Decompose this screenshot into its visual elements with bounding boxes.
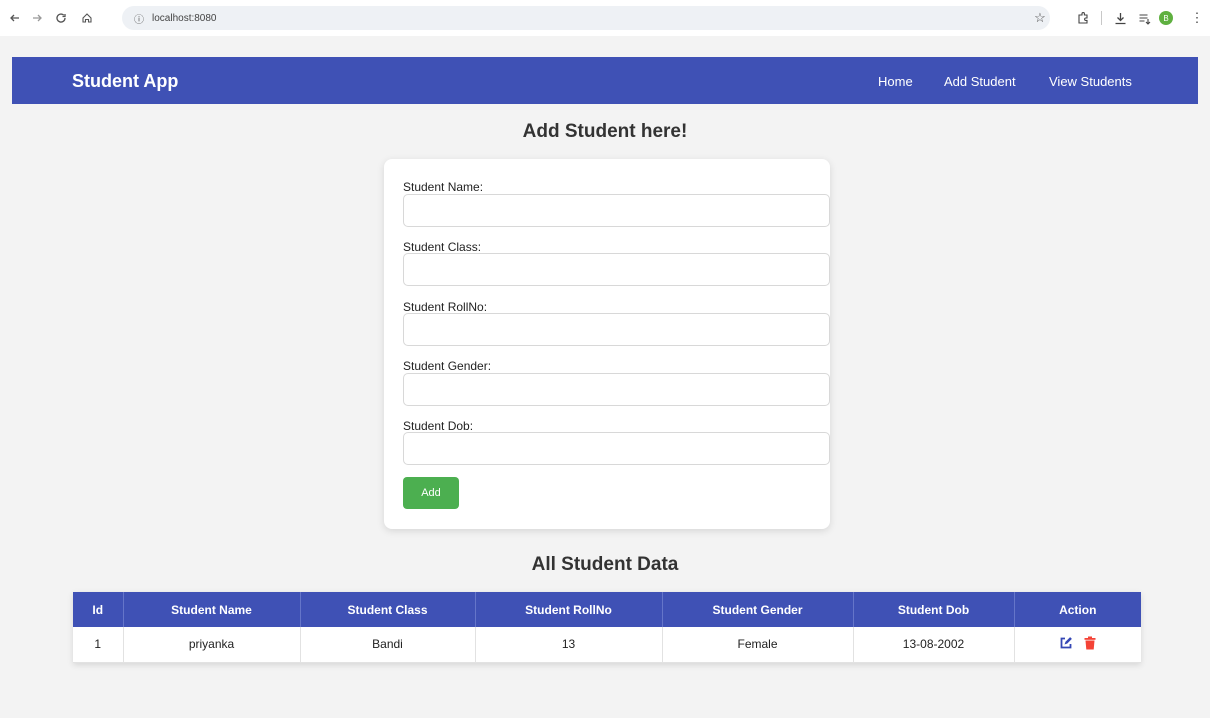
cell-student-dob: 13-08-2002 bbox=[853, 627, 1015, 663]
student-class-input[interactable] bbox=[403, 253, 830, 286]
column-header-student-gender: Student Gender bbox=[662, 592, 854, 627]
app-brand[interactable]: Student App bbox=[72, 71, 178, 92]
nav-link-view-students[interactable]: View Students bbox=[1049, 74, 1132, 89]
edit-icon[interactable] bbox=[1059, 636, 1073, 650]
cell-id: 1 bbox=[73, 627, 124, 663]
student-rollno-label: Student RollNo: bbox=[403, 300, 488, 314]
profile-avatar[interactable]: B bbox=[1159, 11, 1173, 25]
site-info-icon[interactable]: ⓘ bbox=[134, 11, 144, 26]
add-student-form: Student Name: Student Class: Student Rol… bbox=[384, 159, 830, 529]
extensions-icon[interactable] bbox=[1072, 8, 1092, 28]
toolbar-divider bbox=[1101, 11, 1102, 25]
more-menu-icon[interactable]: ⋮ bbox=[1187, 8, 1207, 28]
column-header-student-dob: Student Dob bbox=[853, 592, 1015, 627]
student-dob-label: Student Dob: bbox=[403, 419, 474, 433]
column-header-student-name: Student Name bbox=[123, 592, 301, 627]
back-arrow-icon[interactable] bbox=[4, 7, 26, 29]
table-title: All Student Data bbox=[531, 554, 679, 575]
table-header-row: Id Student Name Student Class Student Ro… bbox=[73, 592, 1141, 627]
student-dob-input[interactable] bbox=[403, 432, 830, 465]
table-row: 1 priyanka Bandi 13 Female 13-08-2002 bbox=[73, 627, 1141, 663]
student-name-input[interactable] bbox=[403, 194, 830, 227]
home-icon[interactable] bbox=[76, 7, 98, 29]
nav-link-home[interactable]: Home bbox=[878, 74, 913, 89]
student-class-label: Student Class: bbox=[403, 240, 482, 254]
student-name-label: Student Name: bbox=[403, 180, 484, 194]
student-gender-input[interactable] bbox=[403, 373, 830, 406]
reload-icon[interactable] bbox=[50, 7, 72, 29]
cell-action bbox=[1014, 627, 1141, 663]
cell-student-gender: Female bbox=[662, 627, 854, 663]
form-title: Add Student here! bbox=[522, 121, 688, 142]
column-header-id: Id bbox=[73, 592, 124, 627]
row-actions bbox=[1059, 636, 1097, 650]
column-header-action: Action bbox=[1014, 592, 1141, 627]
student-rollno-input[interactable] bbox=[403, 313, 830, 346]
reading-list-icon[interactable] bbox=[1134, 8, 1154, 28]
download-icon[interactable] bbox=[1110, 8, 1130, 28]
app-navbar: Student App Home Add Student View Studen… bbox=[12, 57, 1198, 104]
cell-student-rollno: 13 bbox=[475, 627, 663, 663]
forward-arrow-icon[interactable] bbox=[26, 7, 48, 29]
student-table: Id Student Name Student Class Student Ro… bbox=[73, 592, 1141, 663]
cell-student-class: Bandi bbox=[300, 627, 476, 663]
add-button[interactable]: Add bbox=[403, 477, 459, 509]
cell-student-name: priyanka bbox=[123, 627, 301, 663]
nav-link-add-student[interactable]: Add Student bbox=[944, 74, 1016, 89]
bookmark-star-icon[interactable]: ☆ bbox=[1030, 8, 1050, 28]
column-header-student-rollno: Student RollNo bbox=[475, 592, 663, 627]
address-bar-url: localhost:8080 bbox=[152, 12, 217, 24]
column-header-student-class: Student Class bbox=[300, 592, 476, 627]
trash-icon[interactable] bbox=[1083, 636, 1097, 650]
student-gender-label: Student Gender: bbox=[403, 359, 492, 373]
browser-toolbar: ⓘ localhost:8080 ☆ B ⋮ bbox=[0, 0, 1210, 36]
address-bar[interactable]: ⓘ localhost:8080 bbox=[122, 6, 1050, 30]
